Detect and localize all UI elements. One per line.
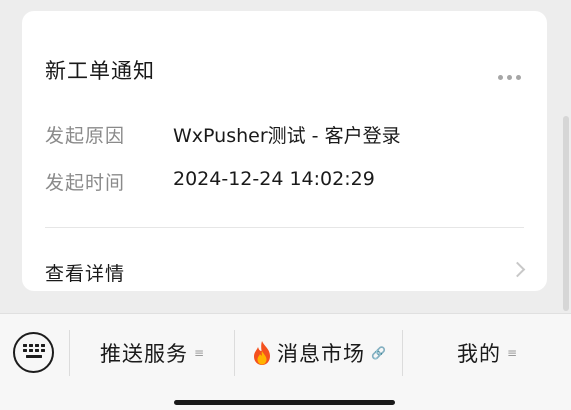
home-indicator[interactable] xyxy=(174,400,395,405)
list-icon: ≡ xyxy=(506,346,518,360)
keyboard-icon xyxy=(23,344,45,358)
link-icon: 🔗 xyxy=(371,346,386,360)
time-value: 2024-12-24 14:02:29 xyxy=(173,168,375,190)
list-icon: ≡ xyxy=(193,346,205,360)
card-title: 新工单通知 xyxy=(45,59,155,83)
bottom-menu-bar: 推送服务 ≡ 消息市场 🔗 我的 ≡ xyxy=(0,313,571,410)
more-options-icon[interactable] xyxy=(498,75,521,80)
reason-label: 发起原因 xyxy=(45,125,126,147)
time-label: 发起时间 xyxy=(45,172,126,194)
fire-icon xyxy=(254,341,271,365)
message-card[interactable]: 新工单通知 发起原因 WxPusher测试 - 客户登录 发起时间 2024-1… xyxy=(22,11,547,291)
chat-screen: 新工单通知 发起原因 WxPusher测试 - 客户登录 发起时间 2024-1… xyxy=(0,0,571,410)
chevron-right-icon xyxy=(509,261,526,278)
view-details-link[interactable]: 查看详情 xyxy=(22,228,547,291)
menu-item-label: 我的 xyxy=(456,342,501,366)
view-details-label: 查看详情 xyxy=(45,263,126,285)
menu-item-mine[interactable]: 我的 ≡ xyxy=(403,332,571,374)
keyboard-toggle-button[interactable] xyxy=(13,332,54,373)
menu-item-label: 消息市场 xyxy=(277,342,366,366)
menu-item-label: 推送服务 xyxy=(99,342,188,366)
reason-value: WxPusher测试 - 客户登录 xyxy=(173,125,401,147)
menu-item-message-market[interactable]: 消息市场 🔗 xyxy=(235,332,402,374)
menu-item-push-service[interactable]: 推送服务 ≡ xyxy=(70,332,234,374)
scrollbar[interactable] xyxy=(563,116,569,311)
